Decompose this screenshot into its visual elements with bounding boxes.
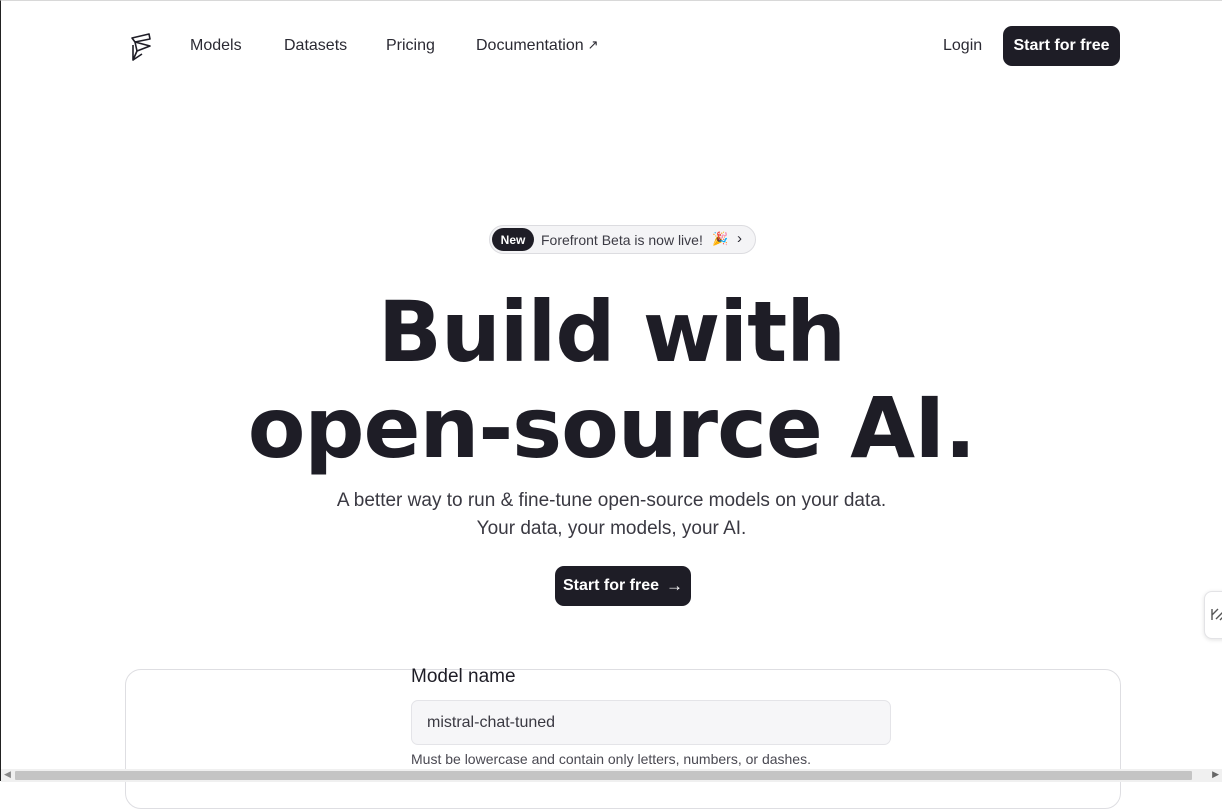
nav-start-for-free-button[interactable]: Start for free	[1003, 26, 1120, 66]
hero-title-line-2: open-source AI.	[247, 379, 977, 477]
feedback-side-tab[interactable]	[1204, 591, 1222, 639]
hero-cta-label: Start for free	[562, 577, 660, 594]
top-navbar: Models Datasets Pricing Documentation ↗ L…	[1, 25, 1222, 67]
new-badge: New	[492, 228, 534, 251]
nav-documentation-link[interactable]: Documentation ↗	[476, 37, 599, 55]
feedback-tab-icon	[1211, 608, 1222, 621]
nav-models-link[interactable]: Models	[190, 37, 242, 55]
announcement-text: Forefront Beta is now live!	[541, 232, 703, 248]
arrow-right-icon: →	[666, 576, 684, 595]
scroll-right-arrow-icon[interactable]: ▶	[1212, 769, 1219, 780]
hero-subtitle-line-1: A better way to run & fine-tune open-sou…	[336, 490, 887, 511]
party-popper-icon: 🎉	[712, 231, 729, 246]
nav-datasets-link[interactable]: Datasets	[284, 37, 347, 55]
chevron-right-icon: ›	[737, 230, 742, 247]
nav-pricing-link[interactable]: Pricing	[386, 37, 435, 55]
external-link-icon: ↗	[587, 37, 599, 52]
nav-documentation-label: Documentation	[476, 37, 584, 54]
announcement-pill[interactable]: New Forefront Beta is now live! 🎉 ›	[489, 225, 756, 254]
hero-subtitle-line-2: Your data, your models, your AI.	[476, 518, 747, 539]
hero-start-for-free-button[interactable]: Start for free →	[555, 566, 691, 606]
model-name-hint: Must be lowercase and contain only lette…	[411, 751, 811, 767]
hero-title-line-1: Build with	[377, 283, 846, 381]
scroll-left-arrow-icon[interactable]: ◀	[4, 769, 11, 780]
model-name-input[interactable]: mistral-chat-tuned	[411, 700, 891, 745]
forefront-logo[interactable]	[129, 29, 155, 65]
login-link[interactable]: Login	[943, 37, 982, 55]
model-name-label: Model name	[411, 666, 516, 687]
horizontal-scrollbar[interactable]: ◀ ▶	[1, 769, 1222, 782]
scrollbar-thumb[interactable]	[15, 771, 1192, 780]
